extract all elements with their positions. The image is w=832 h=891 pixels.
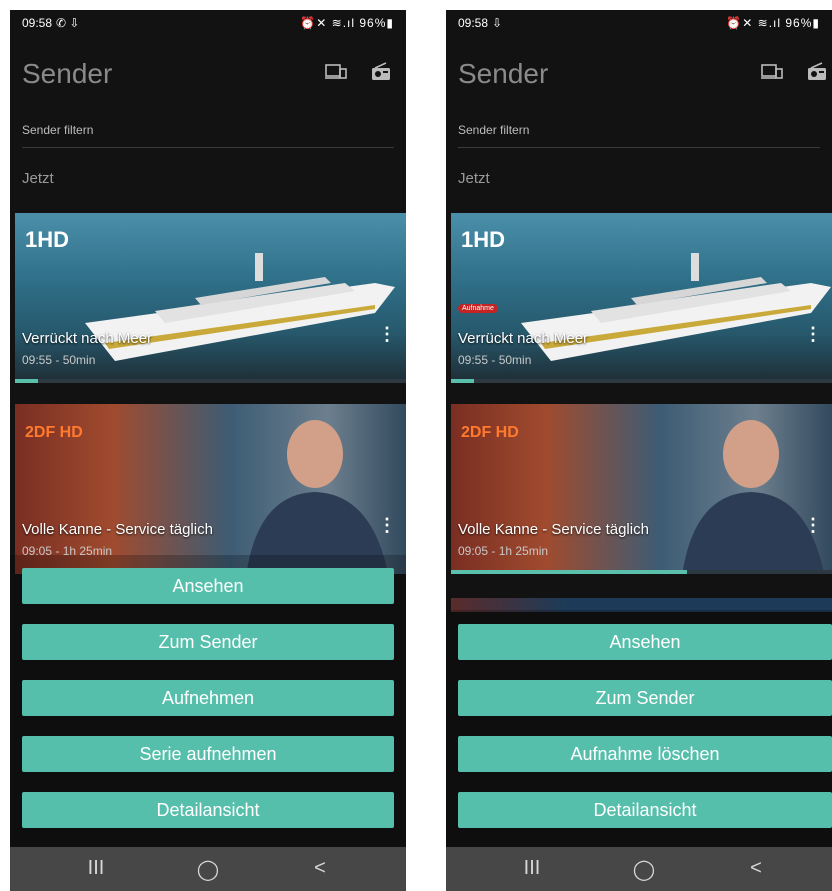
program-progress bbox=[451, 570, 832, 574]
program-progress bbox=[15, 379, 406, 383]
status-icons: ⏰✕ ≋.ıl 96%▮ bbox=[726, 16, 820, 30]
system-nav-bar: III ◯ < bbox=[446, 847, 832, 891]
program-progress bbox=[451, 379, 832, 383]
more-options-icon[interactable]: ⋮ bbox=[804, 325, 822, 343]
detail-view-button[interactable]: Detailansicht bbox=[458, 792, 832, 828]
sender-filter-field[interactable] bbox=[458, 121, 820, 148]
record-button[interactable]: Aufnehmen bbox=[22, 680, 394, 716]
record-series-button[interactable]: Serie aufnehmen bbox=[22, 736, 394, 772]
sender-filter-input[interactable] bbox=[22, 123, 394, 137]
back-icon[interactable]: < bbox=[300, 857, 340, 881]
channel-card-1[interactable]: 1HD Verrückt nach Meer 09:55 - 50min ⋮ bbox=[15, 213, 406, 383]
program-time: 09:55 - 50min bbox=[22, 353, 96, 367]
home-icon[interactable]: ◯ bbox=[624, 857, 664, 881]
phone-screen-left: 09:58✆ ⇩ ⏰✕ ≋.ıl 96%▮ Sender Jetzt 1HD V… bbox=[10, 10, 406, 891]
status-bar: 09:58 ⇩ ⏰✕ ≋.ıl 96%▮ bbox=[446, 10, 832, 36]
channel-logo: 1HD bbox=[25, 227, 70, 252]
program-title: Verrückt nach Meer bbox=[22, 330, 153, 347]
home-icon[interactable]: ◯ bbox=[188, 857, 228, 881]
recents-icon[interactable]: III bbox=[76, 857, 116, 881]
channel-logo: 1HD bbox=[461, 227, 506, 252]
program-time: 09:05 - 1h 25min bbox=[458, 544, 549, 558]
radio-icon[interactable] bbox=[370, 62, 392, 82]
watch-button[interactable]: Ansehen bbox=[22, 568, 394, 604]
cast-devices-icon[interactable] bbox=[761, 62, 783, 82]
sender-filter-field[interactable] bbox=[22, 121, 394, 148]
phone-screen-right: 09:58⇩ ⏰✕ ≋.ıl 96%▮ Sender Jetzt 1HD Auf… bbox=[446, 10, 832, 891]
cast-devices-icon[interactable] bbox=[325, 62, 347, 82]
delete-recording-button[interactable]: Aufnahme löschen bbox=[458, 736, 832, 772]
presenter-image bbox=[682, 420, 825, 574]
status-time: 09:58 ✆ ⇩ bbox=[22, 16, 80, 30]
page-title: Sender bbox=[458, 58, 549, 89]
channel-logo: 2DF HD bbox=[25, 424, 83, 441]
status-bar: 09:58 ✆ ⇩ ⏰✕ ≋.ıl 96%▮ bbox=[10, 10, 406, 36]
status-time: 09:58 ⇩ bbox=[458, 16, 503, 30]
presenter-image bbox=[246, 420, 389, 574]
section-heading-now: Jetzt bbox=[458, 170, 490, 187]
more-options-icon[interactable]: ⋮ bbox=[378, 516, 396, 534]
back-icon[interactable]: < bbox=[736, 857, 776, 881]
go-to-channel-button[interactable]: Zum Sender bbox=[22, 624, 394, 660]
detail-view-button[interactable]: Detailansicht bbox=[22, 792, 394, 828]
program-title: Volle Kanne - Service täglich bbox=[22, 521, 213, 538]
section-heading-now: Jetzt bbox=[22, 170, 54, 187]
more-options-icon[interactable]: ⋮ bbox=[378, 325, 396, 343]
recording-badge: Aufnahme bbox=[458, 304, 498, 313]
channel-card-1[interactable]: 1HD Aufnahme Verrückt nach Meer 09:55 - … bbox=[451, 213, 832, 383]
channel-card-2[interactable]: 2DF HD Volle Kanne - Service täglich 09:… bbox=[451, 404, 832, 574]
status-icons: ⏰✕ ≋.ıl 96%▮ bbox=[300, 16, 394, 30]
more-options-icon[interactable]: ⋮ bbox=[804, 516, 822, 534]
sender-filter-input[interactable] bbox=[458, 123, 820, 137]
go-to-channel-button[interactable]: Zum Sender bbox=[458, 680, 832, 716]
program-title: Verrückt nach Meer bbox=[458, 330, 589, 347]
page-title: Sender bbox=[22, 58, 113, 89]
channel-card-2[interactable]: 2DF HD Volle Kanne - Service täglich 09:… bbox=[15, 404, 406, 574]
watch-button[interactable]: Ansehen bbox=[458, 624, 832, 660]
program-time: 09:55 - 50min bbox=[458, 353, 532, 367]
channel-logo: 2DF HD bbox=[461, 424, 519, 441]
program-title: Volle Kanne - Service täglich bbox=[458, 521, 649, 538]
recents-icon[interactable]: III bbox=[512, 857, 552, 881]
radio-icon[interactable] bbox=[806, 62, 828, 82]
system-nav-bar: III ◯ < bbox=[10, 847, 406, 891]
